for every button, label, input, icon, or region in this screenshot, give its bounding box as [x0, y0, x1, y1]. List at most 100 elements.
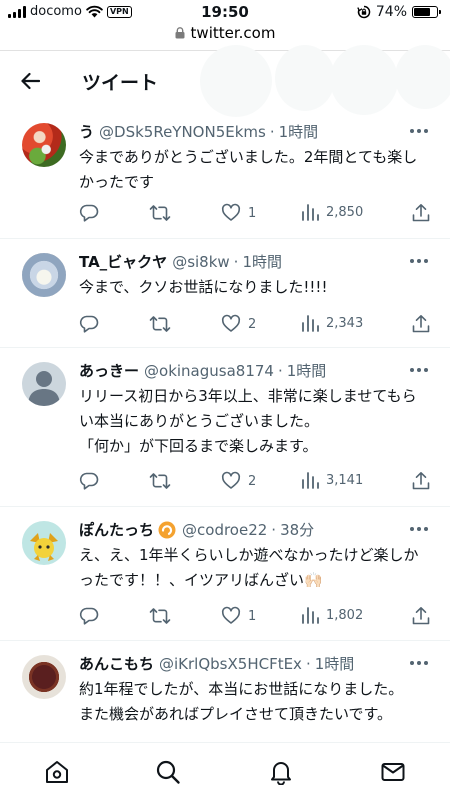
more-options-button[interactable] — [408, 121, 430, 141]
tweet-meta: ぽんたっち @codroe22 · 38分 — [79, 519, 404, 540]
like-button[interactable]: 1 — [221, 606, 256, 626]
timestamp[interactable]: 1時間 — [242, 251, 282, 272]
reply-button[interactable] — [79, 314, 99, 334]
share-button[interactable] — [411, 314, 431, 334]
display-name[interactable]: ぽんたっち — [79, 519, 154, 540]
tweet-text: え、え、1年半くらいしか遊べなかったけど楽しかったです！！、イツアリばんざい🙌🏻 — [79, 546, 419, 589]
like-button[interactable]: 2 — [221, 314, 256, 334]
display-name[interactable]: あんこもち — [79, 653, 154, 674]
display-name[interactable]: あっきー — [79, 360, 139, 381]
nav-messages-button[interactable] — [378, 757, 408, 787]
header-backdrop — [395, 45, 450, 109]
like-button[interactable]: 2 — [221, 471, 256, 491]
header-backdrop — [330, 45, 398, 115]
retweet-button[interactable] — [149, 203, 171, 223]
tweet-actions: 2 2,343 — [79, 314, 432, 338]
retweet-button[interactable] — [149, 471, 171, 491]
retweet-icon — [149, 473, 171, 489]
more-options-button[interactable] — [408, 251, 430, 271]
more-options-button[interactable] — [408, 653, 430, 673]
view-count: 1,802 — [326, 607, 364, 623]
handle[interactable]: @okinagusa8174 — [144, 362, 274, 380]
bell-icon — [271, 762, 291, 785]
tweet[interactable]: ぽんたっち @codroe22 · 38分 え、え、1年半くらいしか遊べなかった… — [0, 507, 450, 641]
like-count: 1 — [248, 608, 257, 624]
timestamp[interactable]: 1時間 — [315, 653, 355, 674]
view-count: 3,141 — [326, 472, 364, 488]
header-backdrop — [275, 45, 335, 111]
timestamp[interactable]: 1時間 — [279, 121, 319, 142]
avatar[interactable] — [22, 655, 66, 699]
reply-button[interactable] — [79, 471, 99, 491]
default-avatar-icon — [28, 371, 60, 406]
handle[interactable]: @si8kw — [172, 253, 229, 271]
avatar[interactable] — [22, 521, 66, 565]
verified-badge-icon — [158, 521, 176, 538]
tweet[interactable]: あっきー @okinagusa8174 · 1時間 リリース初日から3年以上、非… — [0, 348, 450, 507]
avatar[interactable] — [22, 123, 66, 167]
timestamp[interactable]: 38分 — [280, 519, 314, 540]
tweet-text: リリース初日から3年以上、非常に楽しませてもらい本当にありがとうございました。 … — [79, 387, 417, 455]
view-count: 2,343 — [326, 315, 364, 331]
like-count: 2 — [248, 316, 257, 332]
like-button[interactable]: 1 — [221, 203, 256, 223]
tweet-actions: 1 1,802 — [79, 606, 432, 630]
handle[interactable]: @codroe22 — [182, 521, 267, 539]
nav-search-button[interactable] — [153, 757, 183, 787]
share-button[interactable] — [411, 471, 431, 491]
nav-notifications-button[interactable] — [266, 757, 296, 787]
handle[interactable]: @DSk5ReYNON5Ekms — [99, 123, 266, 141]
tweet-meta: あんこもち @iKrlQbsX5HCFtEx · 1時間 — [79, 653, 404, 674]
avatar[interactable] — [22, 362, 66, 406]
heart-icon — [221, 606, 241, 624]
speech-bubble-icon — [79, 315, 99, 333]
display-name[interactable]: TA_ビャクヤ — [79, 251, 167, 272]
arrow-left-icon — [21, 72, 40, 90]
handle[interactable]: @iKrlQbsX5HCFtEx — [159, 655, 302, 673]
back-button[interactable] — [16, 67, 44, 95]
speech-bubble-icon — [79, 204, 99, 222]
tweet-text: 今まで、クソお世話になりました!!!! — [79, 278, 328, 296]
tweet-meta: TA_ビャクヤ @si8kw · 1時間 — [79, 251, 404, 272]
views-button[interactable]: 2,850 — [301, 203, 363, 221]
view-count: 2,850 — [326, 204, 364, 220]
views-button[interactable]: 1,802 — [301, 606, 363, 624]
share-button[interactable] — [411, 203, 431, 223]
share-button[interactable] — [411, 606, 431, 626]
tweet-text: 約1年程でしたが、本当にお世話になりました。 また機会があればプレイさせて頂きた… — [79, 680, 404, 723]
tweet-actions: 1 2,850 — [79, 203, 432, 227]
tweet[interactable]: う @DSk5ReYNON5Ekms · 1時間 今までありがとうございました。… — [0, 109, 450, 239]
retweet-button[interactable] — [149, 606, 171, 626]
share-arrow-icon — [412, 472, 430, 490]
page-title: ツイート — [82, 72, 159, 94]
tweet[interactable]: TA_ビャクヤ @si8kw · 1時間 今まで、クソお世話になりました!!!!… — [0, 239, 450, 348]
views-button[interactable]: 2,343 — [301, 314, 363, 332]
bar-chart-icon — [302, 472, 319, 489]
bottom-navigation — [0, 742, 450, 800]
tweet-meta: あっきー @okinagusa8174 · 1時間 — [79, 360, 404, 381]
share-arrow-icon — [412, 607, 430, 625]
more-options-button[interactable] — [408, 360, 430, 380]
like-count: 2 — [248, 473, 257, 489]
heart-icon — [221, 203, 241, 221]
address-bar[interactable]: twitter.com — [0, 24, 450, 46]
separator-dot: · — [277, 361, 283, 380]
bar-chart-icon — [302, 315, 319, 332]
retweet-icon — [149, 205, 171, 221]
url-text: twitter.com — [190, 24, 276, 42]
reply-button[interactable] — [79, 203, 99, 223]
separator-dot: · — [271, 520, 277, 539]
share-arrow-icon — [412, 204, 430, 222]
views-button[interactable]: 3,141 — [301, 471, 363, 489]
timestamp[interactable]: 1時間 — [287, 360, 327, 381]
nav-home-button[interactable] — [42, 757, 72, 787]
search-icon — [156, 760, 180, 784]
display-name[interactable]: う — [79, 121, 94, 142]
reply-button[interactable] — [79, 606, 99, 626]
more-options-button[interactable] — [408, 519, 430, 539]
separator-dot: · — [305, 654, 311, 673]
retweet-button[interactable] — [149, 314, 171, 334]
avatar[interactable] — [22, 253, 66, 297]
speech-bubble-icon — [79, 607, 99, 625]
tweet[interactable]: あんこもち @iKrlQbsX5HCFtEx · 1時間 約1年程でしたが、本当… — [0, 641, 450, 742]
